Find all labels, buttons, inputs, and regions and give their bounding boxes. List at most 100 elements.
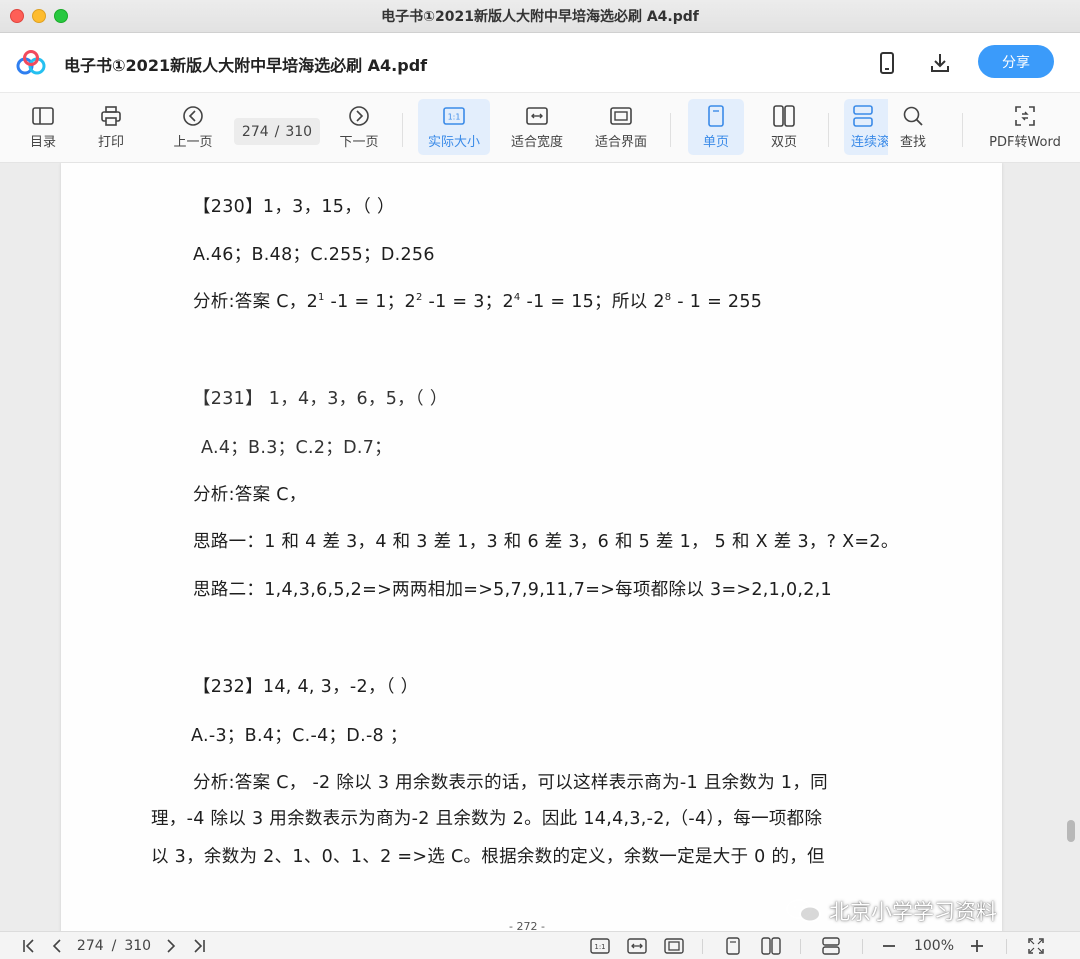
fit-width-button[interactable]: 适合宽度 xyxy=(502,99,572,155)
fit-window-label: 适合界面 xyxy=(594,135,647,150)
toc-button[interactable]: 目录 xyxy=(22,99,64,155)
double-page-icon xyxy=(772,104,796,128)
current-page-value: 274 xyxy=(241,123,269,140)
question-232-analysis-line-2: 理，-4 除以 3 用余数表示为商为-2 且余数为 2。因此 14,4,3,-2… xyxy=(151,809,823,829)
pdf-to-word-label: PDF转Word xyxy=(989,135,1061,150)
fit-width-icon[interactable] xyxy=(626,936,648,956)
watermark-text: 北京小学学习资料 xyxy=(829,900,997,924)
vertical-scrollbar-thumb[interactable] xyxy=(1067,820,1075,842)
total-pages-value: 310 xyxy=(285,123,313,140)
exponent: 2 xyxy=(415,292,423,303)
wechat-watermark: 北京小学学习资料 xyxy=(785,896,997,926)
window-controls xyxy=(10,9,68,23)
zoom-level[interactable]: 100% xyxy=(908,936,960,956)
continuous-scroll-icon[interactable] xyxy=(820,936,842,956)
toolbar-divider xyxy=(828,113,829,147)
last-page-icon[interactable] xyxy=(190,936,208,956)
svg-text:1:1: 1:1 xyxy=(594,943,605,951)
bottom-divider xyxy=(862,939,863,954)
pdf-to-word-button[interactable]: PDF转Word xyxy=(982,99,1068,155)
actual-size-icon: 1:1 xyxy=(442,104,466,128)
double-page-button[interactable]: 双页 xyxy=(758,99,810,155)
analysis-text: -1 = 1；2 xyxy=(324,292,416,312)
single-page-icon xyxy=(704,104,728,128)
search-icon xyxy=(901,104,925,128)
document-viewport[interactable]: 【230】1，3，15，（ ） A.46；B.48；C.255；D.256 分析… xyxy=(0,163,1080,931)
single-page-icon[interactable] xyxy=(724,936,742,956)
download-icon[interactable] xyxy=(927,50,953,76)
question-231-analysis: 分析:答案 C， xyxy=(193,485,307,505)
question-232-title: 【232】14, 4, 3，-2，（ ） xyxy=(193,677,419,697)
fit-width-label: 适合宽度 xyxy=(510,135,563,150)
first-page-icon[interactable] xyxy=(20,936,38,956)
maximize-window-button[interactable] xyxy=(54,9,68,23)
chevron-left-circle-icon xyxy=(181,104,205,128)
bottom-divider xyxy=(800,939,801,954)
bottom-page-indicator[interactable]: 274 / 310 xyxy=(74,936,154,956)
print-button[interactable]: 打印 xyxy=(90,99,132,155)
bottom-divider xyxy=(702,939,703,954)
double-page-icon[interactable] xyxy=(760,936,782,956)
question-232-analysis-line-1: 分析:答案 C， -2 除以 3 用余数表示的话，可以这样表示商为-1 且余数为… xyxy=(193,773,828,793)
zoom-in-icon[interactable] xyxy=(968,936,986,956)
actual-size-button[interactable]: 1:1 实际大小 xyxy=(418,99,490,155)
question-231-title: 【231】 1，4，3，6，5，（ ） xyxy=(193,389,448,409)
bottom-bar: 274 / 310 1:1 100% xyxy=(0,931,1080,959)
fit-width-icon xyxy=(525,104,549,128)
zoom-out-icon[interactable] xyxy=(880,936,898,956)
fit-window-icon xyxy=(609,104,633,128)
minimize-window-button[interactable] xyxy=(32,9,46,23)
analysis-text: -1 = 15；所以 2 xyxy=(520,292,665,312)
question-232-analysis-line-3: 以 3，余数为 2、1、0、1、2 =>选 C。根据余数的定义，余数一定是大于 … xyxy=(151,847,825,867)
double-page-label: 双页 xyxy=(770,135,797,150)
fit-window-icon[interactable] xyxy=(663,936,685,956)
sidebar-icon xyxy=(31,104,55,128)
exponent: 4 xyxy=(513,292,521,303)
document-title: 电子书①2021新版人大附中早培海选必刷 A4.pdf xyxy=(64,56,428,75)
continuous-scroll-button[interactable]: 连续滚 xyxy=(844,99,888,155)
page-number-input[interactable]: 274 / 310 xyxy=(234,118,320,145)
prev-page-icon[interactable] xyxy=(48,936,66,956)
actual-size-icon[interactable]: 1:1 xyxy=(589,936,611,956)
toolbar: 目录 打印 上一页 下一页 1:1 实际大小 适合宽度 适合界面 单页 双页 连… xyxy=(0,93,1080,163)
window-title: 电子书①2021新版人大附中早培海选必刷 A4.pdf xyxy=(381,9,699,25)
toolbar-divider xyxy=(670,113,671,147)
continuous-scroll-icon xyxy=(851,104,875,128)
fullscreen-icon[interactable] xyxy=(1026,936,1046,956)
page-separator: / xyxy=(274,123,280,140)
bottom-page-separator: / xyxy=(111,938,117,954)
bottom-divider xyxy=(1006,939,1007,954)
question-231-idea-1: 思路一：1 和 4 差 3，4 和 3 差 1，3 和 6 差 3，6 和 5 … xyxy=(193,532,899,552)
question-231-options: A.4；B.3；C.2；D.7； xyxy=(201,438,392,458)
window-titlebar: 电子书①2021新版人大附中早培海选必刷 A4.pdf xyxy=(0,0,1080,33)
single-page-button[interactable]: 单页 xyxy=(688,99,744,155)
wechat-icon xyxy=(786,899,821,923)
analysis-text: -1 = 3；2 xyxy=(422,292,514,312)
question-230-options: A.46；B.48；C.255；D.256 xyxy=(193,245,435,265)
close-window-button[interactable] xyxy=(10,9,24,23)
bottom-total-pages: 310 xyxy=(124,938,152,954)
prev-page-button[interactable]: 上一页 xyxy=(166,99,220,155)
bottom-current-page: 274 xyxy=(76,938,104,954)
toolbar-divider xyxy=(962,113,963,147)
find-button[interactable]: 查找 xyxy=(890,99,936,155)
toolbar-divider xyxy=(402,113,403,147)
page-footer-number: - 272 - xyxy=(509,920,545,931)
next-page-button[interactable]: 下一页 xyxy=(332,99,386,155)
actual-size-label: 实际大小 xyxy=(427,135,480,150)
share-button[interactable]: 分享 xyxy=(978,45,1054,78)
print-label: 打印 xyxy=(97,135,124,150)
convert-icon xyxy=(1013,104,1037,128)
phone-icon[interactable] xyxy=(874,50,900,76)
toc-label: 目录 xyxy=(29,135,56,150)
single-page-label: 单页 xyxy=(702,135,729,150)
app-header: 电子书①2021新版人大附中早培海选必刷 A4.pdf 分享 xyxy=(0,33,1080,93)
fit-window-button[interactable]: 适合界面 xyxy=(586,99,656,155)
find-label: 查找 xyxy=(899,135,926,150)
exponent: 1 xyxy=(318,292,325,303)
question-231-idea-2: 思路二：1,4,3,6,5,2=>两两相加=>5,7,9,11,7=>每项都除以… xyxy=(193,580,832,600)
analysis-text: 分析:答案 C，2 xyxy=(193,292,319,312)
question-230-title: 【230】1，3，15，（ ） xyxy=(193,197,395,217)
chevron-right-circle-icon xyxy=(347,104,371,128)
next-page-icon[interactable] xyxy=(162,936,180,956)
